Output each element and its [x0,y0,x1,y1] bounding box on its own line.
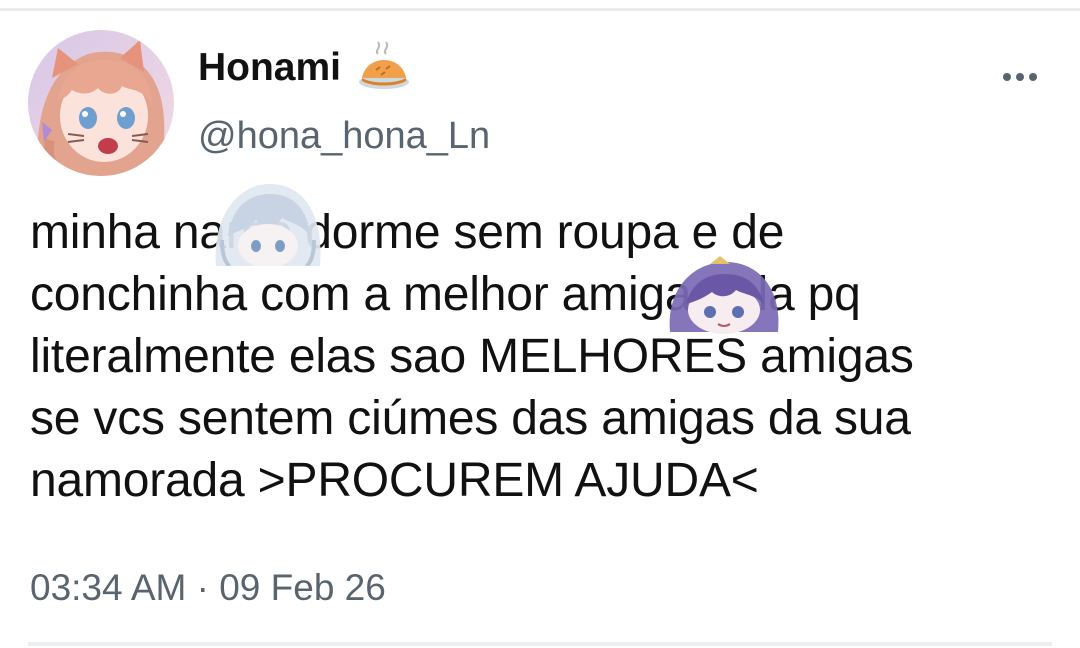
avatar[interactable] [28,30,174,176]
bottom-divider [28,642,1052,646]
top-divider [0,8,1080,11]
chibi-sticker-purple-hair [660,252,788,338]
avatar-image [28,30,174,176]
more-horizontal-icon [1003,73,1037,81]
chibi-sticker-white-hair [208,176,328,268]
tweet-timestamp[interactable]: 03:34 AM · 09 Feb 26 [30,566,386,610]
pie-icon [356,40,412,96]
user-handle[interactable]: @hona_hona_Ln [198,114,490,158]
tweet-text: minha namo dorme sem roupa e de conchinh… [30,206,914,507]
more-options-button[interactable] [1000,62,1040,92]
display-name[interactable]: Honami [198,46,341,90]
